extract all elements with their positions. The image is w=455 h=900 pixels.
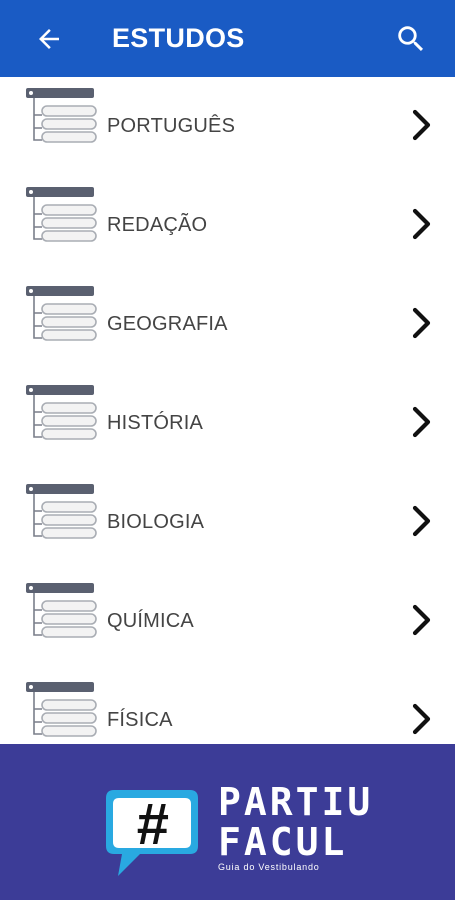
- subject-label: GEOGRAFIA: [107, 313, 228, 335]
- chevron-right-icon: [412, 406, 431, 438]
- subject-label: PORTUGUÊS: [107, 115, 236, 137]
- subject-label: BIOLOGIA: [107, 511, 205, 533]
- search-icon: [398, 26, 424, 52]
- subject-item-3[interactable]: HISTÓRIA: [0, 374, 455, 473]
- list-tree-icon: [26, 385, 97, 440]
- back-button[interactable]: [28, 18, 70, 60]
- chevron-right-icon: [412, 208, 431, 240]
- list-tree-icon: [26, 583, 97, 638]
- subject-item-5[interactable]: QUÍMICA: [0, 572, 455, 671]
- chevron-right-icon: [412, 307, 431, 339]
- brand-line-2: FACUL: [218, 820, 348, 864]
- chevron-right-icon: [412, 109, 431, 141]
- brand-line-1: PARTIU: [218, 780, 374, 824]
- subject-item-4[interactable]: BIOLOGIA: [0, 473, 455, 572]
- search-button[interactable]: [388, 16, 434, 62]
- subject-item-1[interactable]: REDAÇÃO: [0, 176, 455, 275]
- subject-label: QUÍMICA: [107, 610, 194, 632]
- subject-label: FÍSICA: [107, 709, 173, 731]
- hashtag-chat-bubble-logo: #: [106, 790, 198, 876]
- brand-tagline: Guia do Vestibulando: [218, 862, 320, 872]
- top-app-bar: ESTUDOS: [0, 0, 455, 77]
- app-screen: ESTUDOS PORTUGUÊS REDAÇÃO GEOGRAFIA HIST…: [0, 0, 455, 900]
- list-tree-icon: [26, 88, 97, 143]
- subject-label: HISTÓRIA: [107, 412, 204, 434]
- subject-item-0[interactable]: PORTUGUÊS: [0, 77, 455, 176]
- subject-item-2[interactable]: GEOGRAFIA: [0, 275, 455, 374]
- brand-wordmark: PARTIU FACUL Guia do Vestibulando: [218, 782, 373, 872]
- page-title: ESTUDOS: [112, 23, 245, 53]
- chevron-right-icon: [412, 703, 431, 735]
- list-tree-icon: [26, 682, 97, 737]
- logo-hash-symbol: #: [136, 792, 169, 857]
- chevron-right-icon: [412, 505, 431, 537]
- chevron-right-icon: [412, 604, 431, 636]
- subject-label: REDAÇÃO: [107, 214, 208, 236]
- partiu-facul-banner: # PARTIU FACUL Guia do Vestibulando: [0, 744, 455, 900]
- list-tree-icon: [26, 484, 97, 539]
- arrow-left-icon: [39, 29, 59, 49]
- list-tree-icon: [26, 286, 97, 341]
- list-tree-icon: [26, 187, 97, 242]
- subject-list: PORTUGUÊS REDAÇÃO GEOGRAFIA HISTÓRIA BIO…: [0, 77, 455, 770]
